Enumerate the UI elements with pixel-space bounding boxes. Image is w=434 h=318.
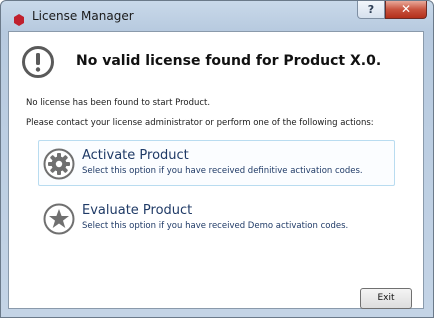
evaluate-product-description: Select this option if you have received …	[82, 221, 349, 231]
window-title: License Manager	[32, 9, 134, 23]
activate-product-option[interactable]: Activate Product Select this option if y…	[38, 140, 395, 186]
dialog-content: No valid license found for Product X.0. …	[8, 31, 424, 309]
help-button[interactable]: ?	[357, 1, 385, 19]
title-bar[interactable]: License Manager ? ✕	[1, 1, 433, 31]
license-manager-window: License Manager ? ✕ No valid license fou…	[0, 0, 434, 318]
page-title: No valid license found for Product X.0.	[76, 53, 382, 69]
activate-product-title: Activate Product	[82, 148, 189, 163]
close-button[interactable]: ✕	[385, 1, 427, 19]
gear-icon	[43, 148, 75, 180]
evaluate-product-option[interactable]: Evaluate Product Select this option if y…	[38, 195, 395, 241]
exit-button[interactable]: Exit	[360, 288, 412, 309]
activate-product-description: Select this option if you have received …	[82, 166, 363, 176]
star-icon	[43, 203, 75, 235]
exclamation-circle-icon	[21, 45, 55, 79]
evaluate-product-title: Evaluate Product	[82, 203, 193, 218]
instruction-message: Please contact your license administrato…	[26, 118, 374, 128]
app-icon	[13, 11, 25, 26]
no-license-message: No license has been found to start Produ…	[26, 98, 211, 108]
